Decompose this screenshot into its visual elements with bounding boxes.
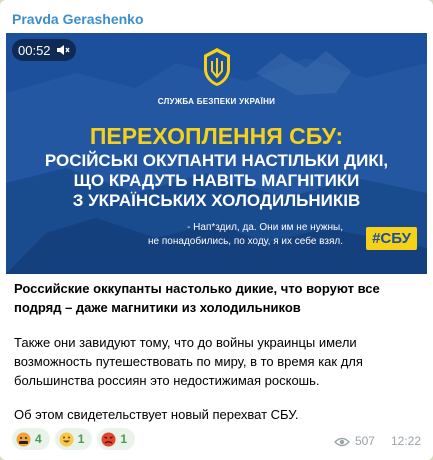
video-quote: - Нап*здил, да. Они им не нужны, не пона… <box>148 221 343 249</box>
sbu-emblem-icon <box>202 47 232 92</box>
video-player[interactable]: 00:52 СЛУЖБА БЕЗПЕКИ УКРАЇНИ ПЕРЕХОПЛЕНН… <box>6 33 427 274</box>
reaction-enraged[interactable]: 1 <box>97 428 136 450</box>
view-count: 507 <box>354 434 375 448</box>
org-name: СЛУЖБА БЕЗПЕКИ УКРАЇНИ <box>157 97 276 106</box>
video-quote-line: - Нап*здил, да. Они им не нужны, <box>187 222 343 233</box>
video-subtitle-line: РОСІЙСЬКІ ОКУПАНТИ НАСТІЛЬКИ ДИКІ, <box>44 151 389 170</box>
video-duration-badge[interactable]: 00:52 <box>12 39 76 61</box>
grinning-emoji-icon <box>59 432 74 447</box>
message-time: 12:22 <box>390 434 421 448</box>
message-paragraph: Об этом свидетельствует новый перехват С… <box>14 407 299 422</box>
message-title-line: подряд – даже магнитики из холодильников <box>14 300 301 315</box>
message-paragraph-line: Также они завидуют тому, что до войны ук… <box>14 335 357 350</box>
video-subtitle-line: ЩО КРАДУТЬ НАВІТЬ МАГНІТИКИ <box>73 171 360 190</box>
message-meta: 507 12:22 <box>334 434 421 448</box>
video-duration: 00:52 <box>18 42 51 58</box>
reaction-count: 1 <box>120 432 128 446</box>
muted-speaker-icon[interactable] <box>56 43 70 57</box>
video-subtitle-line: З УКРАЇНСЬКИХ ХОЛОДИЛЬНИКІВ <box>72 191 361 210</box>
reaction-count: 1 <box>77 432 85 446</box>
message-paragraph-line: возможность путешествовать по миру, в то… <box>14 354 363 369</box>
reactions-bar: 4 1 1 <box>12 428 136 450</box>
reaction-count: 4 <box>35 432 42 446</box>
enraged-face-emoji-icon <box>101 432 116 447</box>
reaction-grinning[interactable]: 1 <box>54 428 93 450</box>
angry-curse-emoji-icon <box>16 432 31 447</box>
reaction-angry-curse[interactable]: 4 <box>12 428 50 450</box>
channel-name[interactable]: Pravda Gerashenko <box>12 11 144 27</box>
video-headline: ПЕРЕХОПЛЕННЯ СБУ: <box>89 123 344 149</box>
video-quote-line: не понадобились, по ходу, я их себе взял… <box>148 236 343 247</box>
eye-icon <box>334 436 350 447</box>
hashtag-badge: #СБУ <box>366 227 417 250</box>
message-card: Pravda Gerashenko 00:52 СЛУЖБА БЕЗПЕКИ У… <box>0 0 433 460</box>
message-title-line: Российские оккупанты настолько дикие, чт… <box>14 281 380 296</box>
message-paragraph-line: большинства россиян это недостижимая рос… <box>14 373 320 388</box>
